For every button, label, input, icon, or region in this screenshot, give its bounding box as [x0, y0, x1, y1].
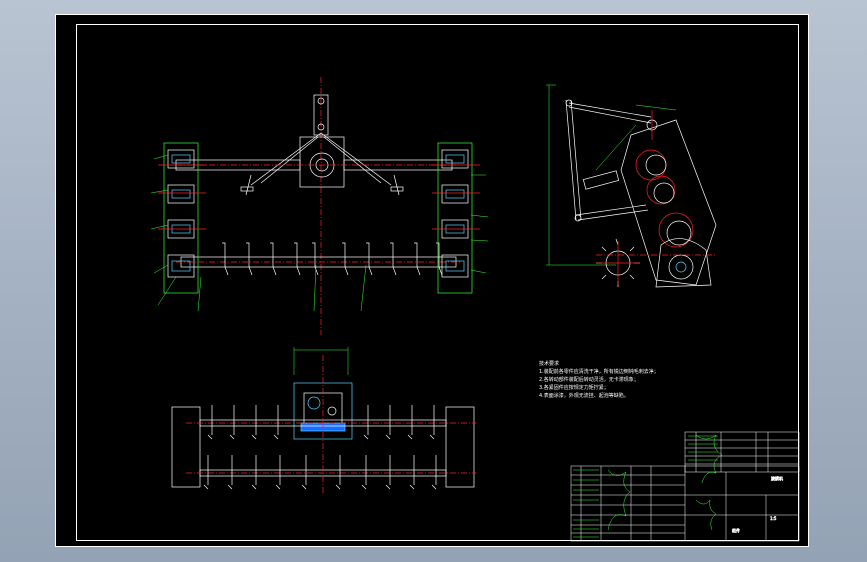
tech-requirement-line-2: 2.各转动部件装配后转动灵活，无卡滞现象；: [539, 376, 639, 383]
tech-requirement-line-3: 3.各紧固件应按规定力矩拧紧；: [539, 384, 609, 391]
top-view-blades-upper: [207, 405, 435, 440]
tech-requirements-title: 技术要求: [539, 360, 559, 367]
drawing-name: 旋耕机: [771, 475, 783, 481]
front-rotor-blades: [222, 242, 443, 276]
front-view-leaders: [150, 154, 489, 312]
cad-drawing: 技术要求 1.装配前各零件应清洗干净，所有锐边倒钝毛刺去净； 2.各转动部件装配…: [150, 77, 800, 542]
title-block: 旋耕机 1:5 组件: [570, 431, 800, 542]
side-rotor: [596, 238, 640, 287]
side-view: [546, 84, 717, 288]
drawing-sheet: 技术要求 1.装配前各零件应清洗干净，所有锐边倒钝毛刺去净； 2.各转动部件装配…: [55, 14, 809, 547]
left-side-chain-case: [158, 142, 206, 294]
top-view-blades-lower: [203, 455, 437, 490]
top-view: [171, 347, 476, 495]
front-view: [150, 77, 489, 335]
drawing-material: 组件: [732, 527, 740, 533]
tech-requirement-line-1: 1.装配前各零件应清洗干净，所有锐边倒钝毛刺去净；: [539, 368, 659, 375]
drawing-scale: 1:5: [770, 516, 777, 521]
technical-requirements: 技术要求 1.装配前各零件应清洗干净，所有锐边倒钝毛刺去净； 2.各转动部件装配…: [539, 360, 659, 399]
tech-requirement-line-4: 4.表面涂漆，外观无流挂、起泡等缺陷。: [539, 392, 629, 399]
side-rotor-rear: [655, 238, 712, 288]
